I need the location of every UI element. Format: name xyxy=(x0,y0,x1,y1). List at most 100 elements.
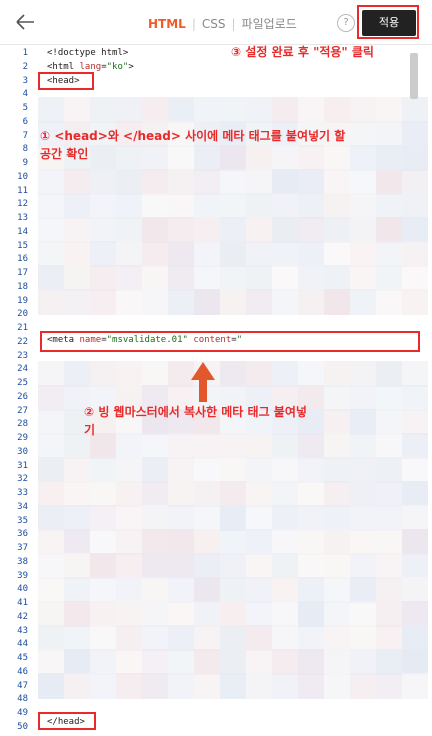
blur-block xyxy=(324,529,350,555)
blur-block xyxy=(324,505,350,531)
blur-block xyxy=(298,193,324,219)
help-icon[interactable]: ? xyxy=(337,14,355,32)
blur-block xyxy=(194,145,220,171)
blur-block xyxy=(246,625,272,651)
blur-block xyxy=(142,145,168,171)
editor-scrollbar[interactable] xyxy=(410,53,418,99)
blur-block xyxy=(142,97,168,123)
head-close-highlight-box xyxy=(38,712,96,730)
blur-block xyxy=(298,265,324,291)
line-number: 31 xyxy=(17,460,28,471)
line-number: 20 xyxy=(17,309,28,320)
blur-block xyxy=(376,649,402,675)
blur-block xyxy=(402,625,428,651)
blur-block xyxy=(220,193,246,219)
blur-block xyxy=(324,169,350,195)
blur-block xyxy=(246,433,272,459)
blur-block xyxy=(38,361,64,387)
blur-block xyxy=(298,553,324,579)
blur-block xyxy=(90,169,116,195)
blur-block xyxy=(402,553,428,579)
blur-block xyxy=(376,265,402,291)
blur-block xyxy=(376,193,402,219)
blur-block xyxy=(324,97,350,123)
back-arrow-icon[interactable] xyxy=(12,10,38,34)
blur-block xyxy=(324,601,350,627)
blur-block xyxy=(220,481,246,507)
blur-block xyxy=(64,97,90,123)
blur-block xyxy=(272,145,298,171)
blur-block xyxy=(116,193,142,219)
tab-file-upload[interactable]: 파일업로드 xyxy=(242,15,297,32)
blur-block xyxy=(38,97,64,123)
blur-block xyxy=(168,457,194,483)
blur-block xyxy=(142,505,168,531)
tab-divider: | xyxy=(191,17,196,31)
blur-block xyxy=(350,433,376,459)
blur-block xyxy=(194,673,220,699)
blur-block xyxy=(246,145,272,171)
blur-block xyxy=(194,481,220,507)
line-number: 13 xyxy=(17,213,28,223)
line-number: 26 xyxy=(17,391,28,402)
blur-block xyxy=(90,97,116,123)
line-number: 10 xyxy=(17,171,28,182)
blur-block xyxy=(402,673,428,699)
blur-block xyxy=(246,265,272,291)
blur-block xyxy=(246,289,272,315)
blur-block xyxy=(168,673,194,699)
blur-block xyxy=(272,481,298,507)
tab-html[interactable]: HTML xyxy=(148,17,186,31)
blur-block xyxy=(38,529,64,555)
blur-block xyxy=(220,217,246,243)
line-number: 29 xyxy=(17,433,28,443)
line-number: 15 xyxy=(17,240,28,251)
blur-block xyxy=(64,169,90,195)
line-number: 42 xyxy=(17,611,28,622)
blur-block xyxy=(194,577,220,603)
blur-block xyxy=(194,97,220,123)
blur-block xyxy=(272,97,298,123)
blur-block xyxy=(376,121,402,147)
code-tag: > xyxy=(128,62,134,72)
blur-block xyxy=(90,193,116,219)
annotation-step1-line1: ① <head>와 </head> 사이에 메타 태그를 붙여넣기 할 xyxy=(40,129,346,143)
blur-block xyxy=(142,649,168,675)
line-number: 24 xyxy=(17,364,28,375)
blur-block xyxy=(350,169,376,195)
blur-block xyxy=(168,145,194,171)
tab-css[interactable]: CSS xyxy=(202,17,226,31)
blur-block xyxy=(272,433,298,459)
blur-block xyxy=(376,481,402,507)
blur-block xyxy=(194,217,220,243)
blur-block xyxy=(194,241,220,267)
line-number: 3 xyxy=(22,75,28,86)
blur-block xyxy=(246,481,272,507)
blur-block xyxy=(272,505,298,531)
code-attr: lang xyxy=(79,62,102,72)
blur-block xyxy=(246,217,272,243)
blur-block xyxy=(194,457,220,483)
blur-block xyxy=(64,625,90,651)
line-number: 5 xyxy=(22,103,28,113)
blur-block xyxy=(38,673,64,699)
blur-block xyxy=(64,361,90,387)
blur-block xyxy=(402,577,428,603)
blur-block xyxy=(142,193,168,219)
blur-block xyxy=(116,217,142,243)
blur-block xyxy=(168,601,194,627)
blur-block xyxy=(324,265,350,291)
blur-block xyxy=(376,241,402,267)
blur-block xyxy=(220,529,246,555)
blur-block xyxy=(402,505,428,531)
blur-block xyxy=(194,529,220,555)
line-number: 35 xyxy=(17,515,28,526)
blur-block xyxy=(324,193,350,219)
blur-block xyxy=(38,289,64,315)
blur-block xyxy=(38,169,64,195)
line-number: 48 xyxy=(17,694,28,705)
blur-block xyxy=(90,361,116,387)
blur-block xyxy=(324,385,350,411)
blur-block xyxy=(64,241,90,267)
annotation-step2-line1: ② 빙 웹마스터에서 복사한 메타 태그 붙여넣 xyxy=(84,405,307,419)
